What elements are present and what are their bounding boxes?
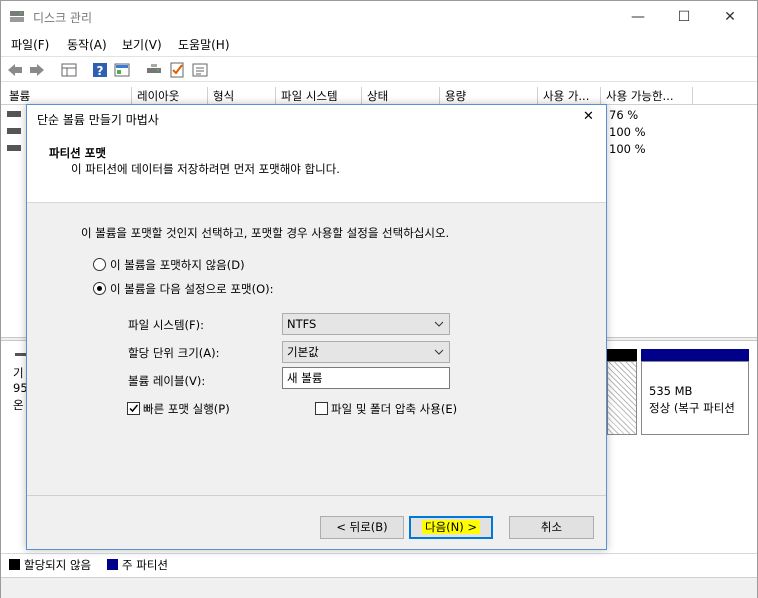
volume-label-label: 볼륨 레이블(V): xyxy=(128,374,206,388)
window-title: 디스크 관리 xyxy=(33,11,93,25)
compression-checkbox[interactable] xyxy=(315,402,328,415)
toolbar: ? xyxy=(1,56,757,82)
forward-arrow-icon[interactable] xyxy=(28,61,46,79)
dialog-header: 파티션 포맷 이 파티션에 데이터를 저장하려면 먼저 포맷해야 합니다. xyxy=(27,131,606,203)
volume-drive-icon xyxy=(7,145,21,151)
allocation-unit-dropdown[interactable]: 기본값 xyxy=(282,341,450,363)
dialog-title-bar: 단순 볼륨 만들기 마법사 ✕ xyxy=(27,105,606,131)
quick-format-label[interactable]: 빠른 포맷 실행(P) xyxy=(143,401,230,417)
file-system-dropdown[interactable]: NTFS xyxy=(282,313,450,335)
unallocated-bar xyxy=(607,349,637,361)
recovery-partition-segment[interactable]: 535 MB 정상 (복구 파티션 xyxy=(641,361,749,435)
volume-drive-icon xyxy=(7,111,21,117)
minimize-button[interactable]: — xyxy=(615,1,661,33)
allocation-unit-value: 기본값 xyxy=(287,345,319,359)
wizard-step-description: 이 파티션에 데이터를 저장하려면 먼저 포맷해야 합니다. xyxy=(71,162,340,176)
menu-view[interactable]: 보기(V) xyxy=(122,36,162,53)
compression-label[interactable]: 파일 및 폴더 압축 사용(E) xyxy=(331,401,457,417)
svg-text:?: ? xyxy=(97,64,104,78)
file-system-value: NTFS xyxy=(287,317,317,331)
unallocated-swatch xyxy=(9,559,20,570)
quick-format-checkbox[interactable] xyxy=(127,402,140,415)
title-bar: 디스크 관리 — ☐ ✕ xyxy=(1,1,757,33)
volume-label-input[interactable]: 새 볼륨 xyxy=(282,367,450,389)
dialog-title: 단순 볼륨 만들기 마법사 xyxy=(37,113,159,127)
checklist-icon[interactable] xyxy=(168,61,186,79)
wizard-step-title: 파티션 포맷 xyxy=(49,146,106,160)
radio-no-format-label[interactable]: 이 볼륨을 포맷하지 않음(D) xyxy=(110,257,245,273)
column-status[interactable]: 상태 xyxy=(362,87,440,105)
back-button[interactable]: < 뒤로(B) xyxy=(320,516,404,539)
cancel-button[interactable]: 취소 xyxy=(509,516,594,539)
legend-primary-partition: 주 파티션 xyxy=(122,558,168,572)
close-button[interactable]: ✕ xyxy=(707,1,753,33)
chevron-down-icon xyxy=(434,314,444,342)
disk-label-line: 온 xyxy=(13,398,24,412)
primary-partition-swatch xyxy=(107,559,118,570)
primary-partition-bar xyxy=(641,349,749,361)
next-button-label: 다음(N) > xyxy=(421,520,481,534)
column-layout[interactable]: 레이아웃 xyxy=(132,87,208,105)
view-panel-icon[interactable] xyxy=(113,61,131,79)
column-percent-free[interactable]: 사용 가능한... xyxy=(601,87,693,105)
maximize-button[interactable]: ☐ xyxy=(661,1,707,33)
partition-status: 정상 (복구 파티션 xyxy=(649,401,735,415)
instruction-text: 이 볼륨을 포맷할 것인지 선택하고, 포맷할 경우 사용할 설정을 선택하십시… xyxy=(81,226,450,240)
radio-no-format[interactable] xyxy=(93,258,106,271)
radio-format-label[interactable]: 이 볼륨을 다음 설정으로 포맷(O): xyxy=(110,281,273,297)
volume-drive-icon xyxy=(7,128,21,134)
column-type[interactable]: 형식 xyxy=(208,87,276,105)
help-icon[interactable]: ? xyxy=(91,61,109,79)
partition-size: 535 MB xyxy=(649,384,693,398)
column-volume[interactable]: 볼륨 xyxy=(4,87,132,105)
legend-bar: 할당되지 않음 주 파티션 xyxy=(1,553,757,575)
volume-list-header: 볼륨 레이아웃 형식 파일 시스템 상태 용량 사용 가... 사용 가능한..… xyxy=(1,87,757,105)
volume-label-value: 새 볼륨 xyxy=(287,371,323,385)
legend-unallocated: 할당되지 않음 xyxy=(24,558,92,572)
column-file-system[interactable]: 파일 시스템 xyxy=(276,87,362,105)
menu-bar: 파일(F) 동작(A) 보기(V) 도움말(H) xyxy=(1,33,757,55)
unallocated-segment[interactable] xyxy=(607,361,637,435)
disk-management-icon xyxy=(9,9,25,23)
volume-percent-free: 76 % xyxy=(609,108,639,122)
properties-grid-icon[interactable] xyxy=(60,61,78,79)
connect-disk-icon[interactable] xyxy=(145,61,163,79)
disk-label-line: 기 xyxy=(13,366,24,380)
dialog-close-button[interactable]: ✕ xyxy=(583,109,594,124)
menu-help[interactable]: 도움말(H) xyxy=(178,36,230,53)
menu-action[interactable]: 동작(A) xyxy=(67,36,107,53)
back-arrow-icon[interactable] xyxy=(6,61,24,79)
menu-file[interactable]: 파일(F) xyxy=(11,36,49,53)
next-button[interactable]: 다음(N) > xyxy=(409,516,493,539)
chevron-down-icon xyxy=(434,342,444,370)
volume-percent-free: 100 % xyxy=(609,125,646,139)
settings-list-icon[interactable] xyxy=(191,61,209,79)
status-bar xyxy=(1,577,757,598)
column-capacity[interactable]: 용량 xyxy=(440,87,538,105)
file-system-label: 파일 시스템(F): xyxy=(128,318,205,332)
radio-format[interactable] xyxy=(93,282,106,295)
simple-volume-wizard-dialog: 단순 볼륨 만들기 마법사 ✕ 파티션 포맷 이 파티션에 데이터를 저장하려면… xyxy=(26,104,607,550)
allocation-unit-label: 할당 단위 크기(A): xyxy=(128,346,220,360)
column-free-space[interactable]: 사용 가... xyxy=(538,87,601,105)
radio-selected-dot xyxy=(97,286,102,291)
dialog-separator xyxy=(27,495,606,496)
volume-percent-free: 100 % xyxy=(609,142,646,156)
